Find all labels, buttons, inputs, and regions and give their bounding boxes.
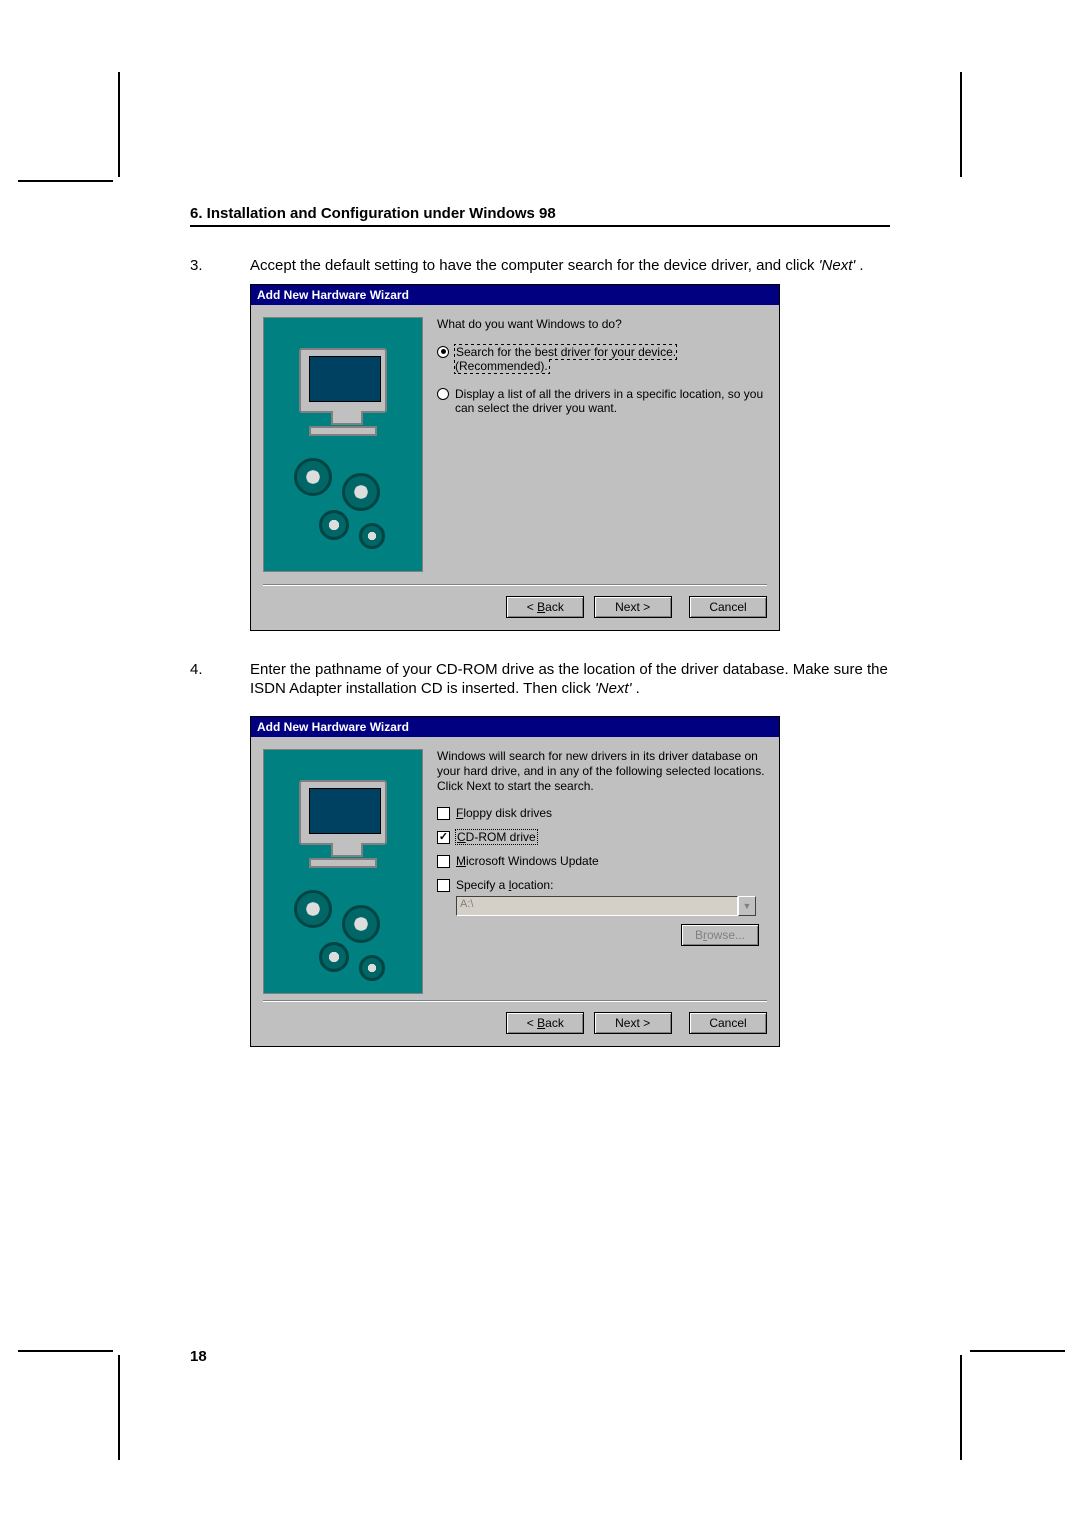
dialog-buttons: < Back Next > Cancel bbox=[251, 1002, 779, 1046]
checkbox-icon bbox=[437, 855, 450, 868]
crop-mark bbox=[118, 1355, 120, 1460]
back-button[interactable]: < Back bbox=[506, 596, 584, 618]
crop-mark bbox=[960, 72, 962, 177]
checkbox-icon bbox=[437, 831, 450, 844]
t: Accept the default setting to have the c… bbox=[250, 257, 819, 274]
t-italic: 'Next' bbox=[819, 257, 856, 274]
cancel-button[interactable]: Cancel bbox=[689, 1012, 767, 1034]
crop-mark bbox=[960, 1355, 962, 1460]
gear-icon bbox=[319, 510, 349, 540]
back-button[interactable]: < Back bbox=[506, 1012, 584, 1034]
radio-icon bbox=[437, 388, 449, 400]
cancel-button[interactable]: Cancel bbox=[689, 596, 767, 618]
next-button[interactable]: Next > bbox=[594, 1012, 672, 1034]
check-cdrom[interactable]: CD-ROM drive bbox=[437, 830, 767, 844]
check-specify-location[interactable]: Specify a location: bbox=[437, 878, 767, 892]
step-number: 4. bbox=[190, 661, 250, 699]
t-italic: 'Next' bbox=[595, 680, 632, 697]
check-windows-update[interactable]: Microsoft Windows Update bbox=[437, 854, 767, 868]
dialog-buttons: < Back Next > Cancel bbox=[251, 586, 779, 630]
dialog-add-hardware-2: Add New Hardware Wizard Windows will sea… bbox=[250, 716, 780, 1047]
gear-icon bbox=[319, 942, 349, 972]
section-header: 6. Installation and Configuration under … bbox=[190, 205, 890, 227]
gear-icon bbox=[342, 905, 380, 943]
crop-mark bbox=[18, 1350, 113, 1352]
dialog-title: Add New Hardware Wizard bbox=[251, 717, 779, 737]
crop-mark bbox=[118, 72, 120, 177]
monitor-base-icon bbox=[309, 426, 377, 436]
radio-label: Search for the best driver for your devi… bbox=[455, 345, 676, 373]
location-input[interactable]: A:\ bbox=[456, 896, 738, 916]
radio-display-list[interactable]: Display a list of all the drivers in a s… bbox=[437, 387, 767, 415]
step-4: 4. Enter the pathname of your CD-ROM dri… bbox=[190, 661, 890, 699]
chevron-down-icon[interactable]: ▼ bbox=[738, 896, 756, 916]
dialog-title: Add New Hardware Wizard bbox=[251, 285, 779, 305]
gear-icon bbox=[359, 955, 385, 981]
next-button[interactable]: Next > bbox=[594, 596, 672, 618]
dialog-intro: Windows will search for new drivers in i… bbox=[437, 749, 767, 794]
radio-search-best[interactable]: Search for the best driver for your devi… bbox=[437, 345, 767, 373]
wizard-graphic bbox=[263, 317, 423, 572]
crop-mark bbox=[970, 1350, 1065, 1352]
t: . bbox=[631, 680, 639, 697]
monitor-base-icon bbox=[309, 858, 377, 868]
t: . bbox=[855, 257, 863, 274]
gear-icon bbox=[294, 890, 332, 928]
dialog-add-hardware-1: Add New Hardware Wizard What do you want… bbox=[250, 284, 780, 631]
step-3: 3. Accept the default setting to have th… bbox=[190, 257, 890, 276]
radio-label: Display a list of all the drivers in a s… bbox=[455, 387, 767, 415]
checkbox-icon bbox=[437, 879, 450, 892]
monitor-icon bbox=[299, 780, 387, 845]
checkbox-icon bbox=[437, 807, 450, 820]
gear-icon bbox=[342, 473, 380, 511]
radio-icon bbox=[437, 346, 449, 358]
step-text: Accept the default setting to have the c… bbox=[250, 257, 890, 276]
crop-mark bbox=[18, 180, 113, 182]
step-text: Enter the pathname of your CD-ROM drive … bbox=[250, 661, 890, 699]
step-number: 3. bbox=[190, 257, 250, 276]
location-combo[interactable]: A:\ ▼ bbox=[456, 896, 756, 916]
page-number: 18 bbox=[190, 1348, 207, 1365]
gear-icon bbox=[359, 523, 385, 549]
wizard-graphic bbox=[263, 749, 423, 994]
browse-button[interactable]: Browse... bbox=[681, 924, 759, 946]
check-floppy[interactable]: Floppy disk drives bbox=[437, 806, 767, 820]
monitor-icon bbox=[299, 348, 387, 413]
gear-icon bbox=[294, 458, 332, 496]
t: Enter the pathname of your CD-ROM drive … bbox=[250, 661, 888, 697]
dialog-prompt: What do you want Windows to do? bbox=[437, 317, 767, 331]
